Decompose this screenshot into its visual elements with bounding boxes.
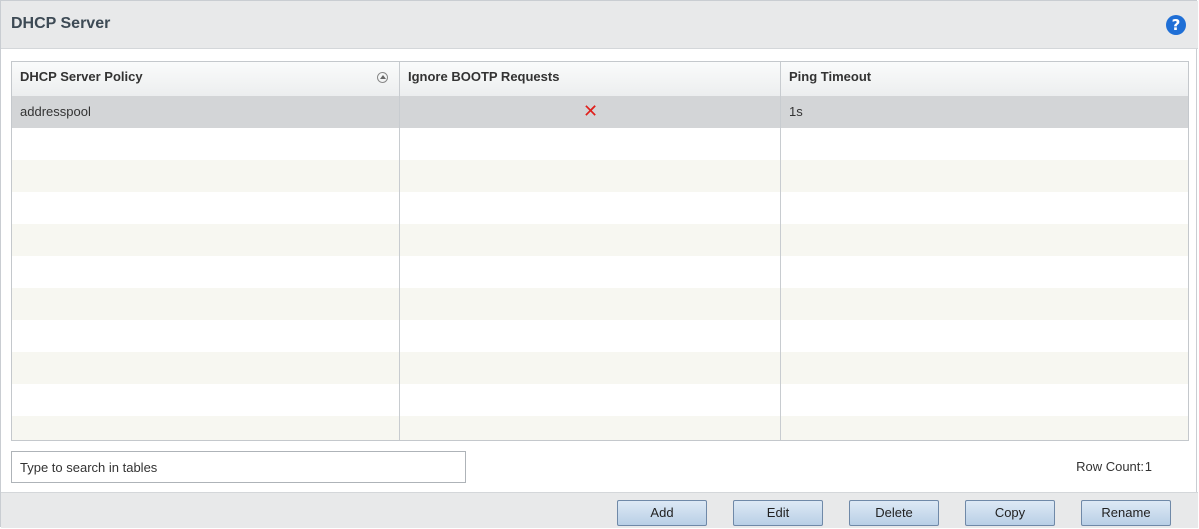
empty-row [12, 128, 1188, 160]
x-cross-icon: ✕ [582, 101, 599, 122]
column-label: Ignore BOOTP Requests [408, 69, 560, 84]
empty-row [12, 384, 1188, 416]
column-divider [780, 62, 781, 440]
empty-row [12, 192, 1188, 224]
cell-ignore-bootp: ✕ [400, 96, 781, 128]
panel-header: DHCP Server ? [1, 1, 1198, 49]
search-input[interactable] [11, 451, 466, 483]
empty-row [12, 320, 1188, 352]
column-header-policy[interactable]: DHCP Server Policy [12, 62, 400, 96]
empty-row [12, 352, 1188, 384]
empty-row [12, 288, 1188, 320]
column-label: Ping Timeout [789, 69, 872, 84]
cell-ping-timeout: 1s [789, 104, 803, 119]
help-icon[interactable]: ? [1166, 15, 1186, 35]
table-row[interactable]: addresspool ✕ 1s [12, 96, 1188, 128]
copy-button[interactable]: Copy [965, 500, 1055, 526]
delete-button[interactable]: Delete [849, 500, 939, 526]
dhcp-server-table: DHCP Server Policy Ignore BOOTP Requests… [11, 61, 1189, 441]
add-button[interactable]: Add [617, 500, 707, 526]
column-header-ignore-bootp[interactable]: Ignore BOOTP Requests [400, 62, 781, 96]
row-count-value: 1 [1144, 459, 1152, 474]
row-count-label: Row Count: [1076, 459, 1144, 474]
empty-row [12, 416, 1188, 440]
column-divider [399, 62, 400, 440]
empty-row [12, 160, 1188, 192]
table-body: addresspool ✕ 1s [12, 96, 1188, 440]
cell-policy: addresspool [20, 104, 91, 119]
page-title: DHCP Server [11, 15, 111, 32]
column-label: DHCP Server Policy [20, 69, 143, 84]
edit-button[interactable]: Edit [733, 500, 823, 526]
rename-button[interactable]: Rename [1081, 500, 1171, 526]
table-header: DHCP Server Policy Ignore BOOTP Requests… [12, 62, 1188, 97]
empty-row [12, 224, 1188, 256]
action-bar: Add Edit Delete Copy Rename [1, 492, 1198, 528]
empty-row [12, 256, 1188, 288]
column-header-ping-timeout[interactable]: Ping Timeout [781, 62, 1188, 96]
sort-ascending-icon[interactable] [377, 72, 388, 83]
dhcp-server-panel: DHCP Server ? DHCP Server Policy Ignore … [0, 0, 1198, 528]
